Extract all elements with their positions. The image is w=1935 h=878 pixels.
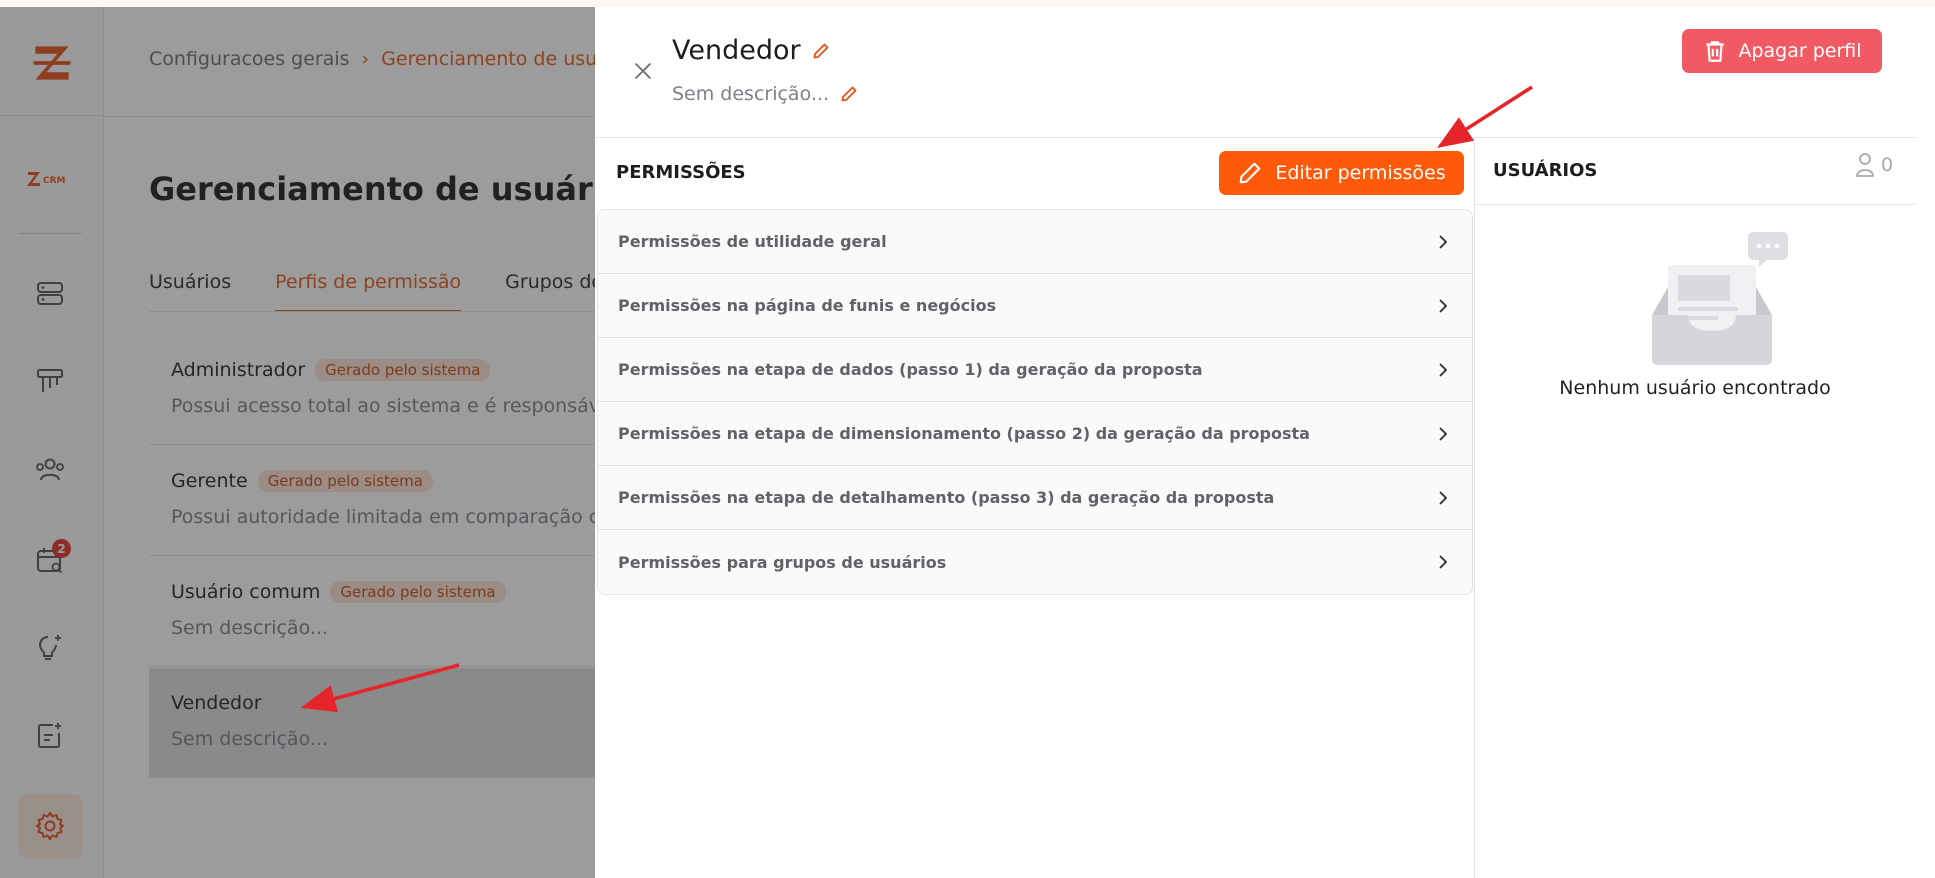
- empty-users-message: Nenhum usuário encontrado: [1559, 377, 1831, 399]
- edit-permissions-label: Editar permissões: [1275, 162, 1446, 184]
- permission-label: Permissões na página de funis e negócios: [618, 296, 997, 315]
- users-header-divider: [1475, 204, 1915, 205]
- pencil-icon: [1240, 162, 1261, 184]
- top-strip: [0, 0, 1935, 7]
- right-edge-strip: [1915, 7, 1935, 878]
- permission-item-step-1[interactable]: Permissões na etapa de dados (passo 1) d…: [598, 338, 1472, 402]
- close-icon[interactable]: [629, 57, 657, 85]
- modal-backdrop-left: [0, 7, 104, 878]
- drawer-title: Vendedor: [672, 35, 801, 66]
- delete-profile-label: Apagar perfil: [1738, 40, 1862, 62]
- permission-label: Permissões de utilidade geral: [618, 232, 887, 251]
- chevron-right-icon: [1434, 361, 1452, 379]
- trash-icon: [1706, 41, 1725, 62]
- chevron-right-icon: [1434, 553, 1452, 571]
- permissions-list: Permissões de utilidade geral Permissões…: [597, 209, 1473, 595]
- permission-item-step-2[interactable]: Permissões na etapa de dimensionamento (…: [598, 402, 1472, 466]
- edit-description-pencil-icon[interactable]: [839, 84, 859, 104]
- user-icon: [1856, 153, 1874, 177]
- drawer-title-row: Vendedor: [672, 35, 831, 66]
- drawer-column-divider: [1474, 137, 1475, 878]
- drawer-description-row: Sem descrição...: [672, 83, 859, 105]
- chevron-right-icon: [1434, 425, 1452, 443]
- users-count-value: 0: [1881, 154, 1894, 176]
- edit-title-pencil-icon[interactable]: [811, 41, 831, 61]
- drawer-description: Sem descrição...: [672, 83, 829, 105]
- permission-label: Permissões na etapa de dados (passo 1) d…: [618, 360, 1203, 379]
- permission-item-user-groups[interactable]: Permissões para grupos de usuários: [598, 530, 1472, 594]
- chevron-right-icon: [1434, 233, 1452, 251]
- permissions-title: PERMISSÕES: [616, 162, 746, 183]
- users-title: USUÁRIOS: [1493, 160, 1598, 181]
- permission-item-general[interactable]: Permissões de utilidade geral: [598, 210, 1472, 274]
- chevron-right-icon: [1434, 489, 1452, 507]
- permission-label: Permissões para grupos de usuários: [618, 552, 947, 572]
- permission-item-step-3[interactable]: Permissões na etapa de detalhamento (pas…: [598, 466, 1472, 530]
- delete-profile-button[interactable]: Apagar perfil: [1682, 29, 1882, 73]
- permission-label: Permissões na etapa de detalhamento (pas…: [618, 488, 1275, 507]
- edit-permissions-button[interactable]: Editar permissões: [1219, 151, 1464, 195]
- permission-item-funnels[interactable]: Permissões na página de funis e negócios: [598, 274, 1472, 338]
- permission-label: Permissões na etapa de dimensionamento (…: [618, 424, 1310, 443]
- drawer-header-divider: [595, 137, 1915, 138]
- empty-inbox-icon: [1640, 227, 1790, 367]
- users-count: 0: [1855, 152, 1893, 178]
- chevron-right-icon: [1434, 297, 1452, 315]
- profile-drawer: Vendedor Sem descrição... Apagar perfil …: [595, 7, 1915, 878]
